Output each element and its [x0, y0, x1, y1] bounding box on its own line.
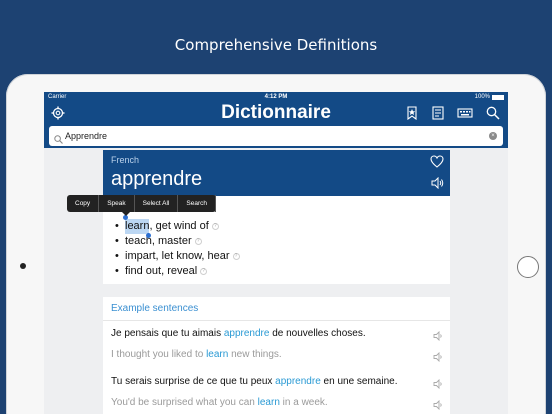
definition-text: find out, reveal: [125, 265, 198, 277]
menu-search[interactable]: Search: [178, 195, 216, 212]
speaker-icon[interactable]: [431, 176, 444, 194]
flashcard-icon[interactable]: [430, 105, 446, 121]
content-area: French apprendre • learn , get wind of ?…: [44, 148, 508, 414]
example-english[interactable]: I thought you liked to learn new things.: [111, 349, 282, 360]
info-icon[interactable]: ?: [200, 268, 208, 275]
info-icon[interactable]: ?: [211, 223, 219, 230]
menu-speak[interactable]: Speak: [99, 195, 135, 212]
example-french[interactable]: Tu serais surprise de ce que tu peux app…: [111, 376, 397, 387]
selected-text[interactable]: learn: [123, 215, 152, 238]
search-input[interactable]: [65, 129, 485, 143]
definition-item: • learn , get wind of ?: [115, 215, 240, 238]
info-icon[interactable]: ?: [232, 253, 240, 260]
example-english[interactable]: You'd be surprised what you can learn in…: [111, 397, 328, 408]
bookmark-star-icon[interactable]: [404, 105, 420, 121]
nav-bar: Dictionnaire: [44, 102, 508, 124]
status-bar: Carrier 4:12 PM 100%: [44, 92, 508, 102]
speaker-icon[interactable]: [433, 328, 444, 346]
search-area: ×: [44, 124, 508, 148]
search-icon[interactable]: [485, 105, 501, 121]
entry-headword: apprendre: [111, 168, 203, 190]
definition-list: • learn , get wind of ? • teach, master …: [115, 215, 240, 279]
heart-icon[interactable]: [430, 155, 444, 173]
text-selection-menu: Copy Speak Select All Search: [67, 195, 216, 216]
search-bar: ×: [49, 126, 503, 146]
speaker-icon[interactable]: [433, 376, 444, 394]
app-screen: Carrier 4:12 PM 100% Dictionnaire Appren…: [44, 92, 508, 414]
menu-copy[interactable]: Copy: [67, 195, 100, 212]
speaker-icon[interactable]: [433, 397, 444, 414]
front-camera: [20, 263, 26, 269]
definition-item: • teach, master ?: [115, 234, 240, 249]
definition-item: • impart, let know, hear ?: [115, 249, 240, 264]
definition-text: teach, master: [125, 235, 192, 247]
promo-title: Comprehensive Definitions: [174, 36, 378, 54]
definition-item: • find out, reveal ?: [115, 264, 240, 279]
battery-status: 100%: [475, 94, 504, 100]
definition-text: , get wind of: [149, 220, 209, 232]
entry-header: French apprendre: [103, 150, 450, 196]
home-button[interactable]: [517, 256, 539, 278]
speaker-icon[interactable]: [433, 349, 444, 367]
examples-title: Example sentences: [103, 297, 450, 321]
definition-text: impart, let know, hear: [125, 250, 230, 262]
battery-icon: [492, 94, 504, 100]
menu-select-all[interactable]: Select All: [135, 195, 179, 212]
battery-percent: 100%: [474, 94, 490, 100]
menu-pointer: [122, 212, 130, 216]
examples-card: Example sentences Je pensais que tu aima…: [103, 297, 450, 414]
keyboard-icon[interactable]: [457, 105, 473, 121]
search-field-icon: [54, 131, 63, 149]
entry-card: French apprendre • learn , get wind of ?…: [103, 150, 450, 284]
status-time: 4:12 PM: [264, 94, 288, 100]
info-icon[interactable]: ?: [194, 238, 202, 245]
clear-icon[interactable]: ×: [489, 132, 497, 140]
example-french[interactable]: Je pensais que tu aimais apprendre de no…: [111, 328, 366, 339]
entry-language: French: [111, 155, 140, 165]
